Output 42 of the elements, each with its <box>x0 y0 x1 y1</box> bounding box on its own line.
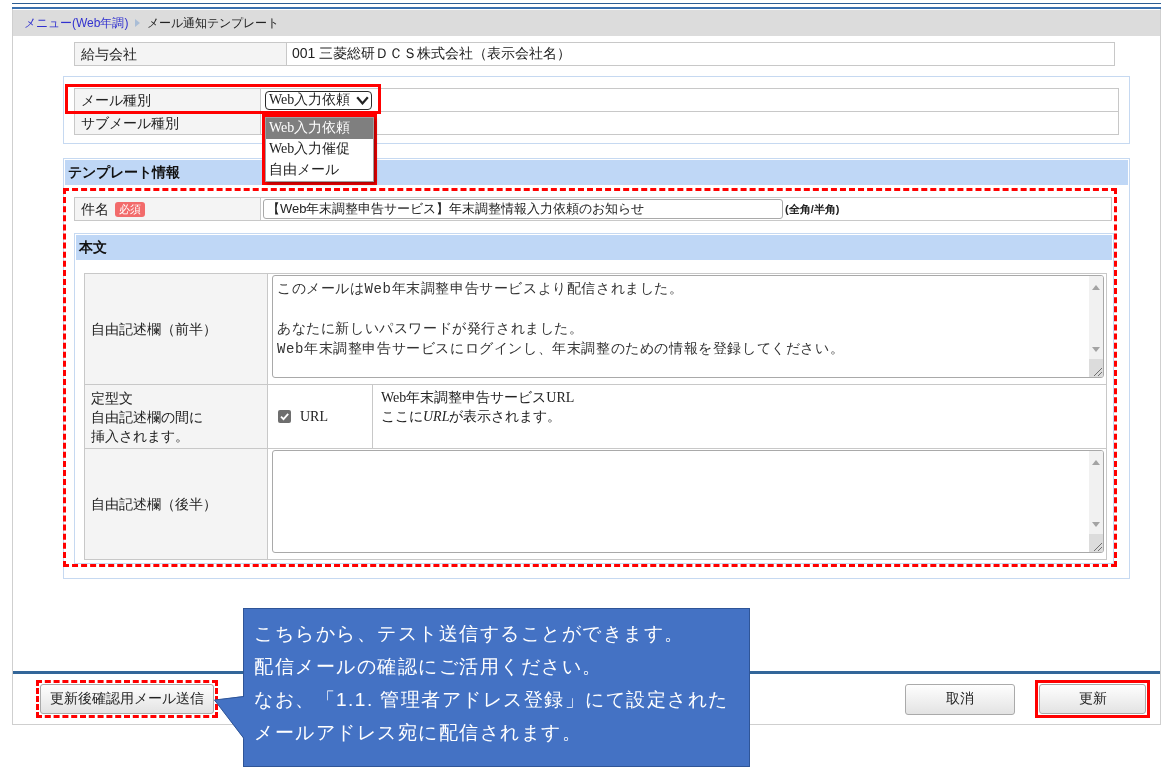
resize-grip-icon[interactable] <box>1089 359 1103 377</box>
scroll-down-icon[interactable] <box>1092 522 1100 527</box>
input-hint: (全角/半角) <box>785 201 840 217</box>
field-note: 自由記述欄の間に <box>91 408 203 427</box>
test-mail-button[interactable]: 更新後確認用メール送信 <box>40 684 214 714</box>
scroll-down-icon[interactable] <box>1092 347 1100 352</box>
scroll-up-icon[interactable] <box>1092 460 1100 465</box>
dropdown-option[interactable]: Web入力催促 <box>266 138 373 160</box>
fixed-text: ここにURLが表示されます。 <box>381 408 562 426</box>
text-area-field[interactable]: このメールはWeb年末調整申告サービスより配信されました。 あなたに新しいパスワードが発行されました。 Web年末調整申告サービスにログインし、年末調整のための情報を登録してください。 <box>272 275 1104 378</box>
field-label: メール種別 <box>75 89 261 111</box>
checkbox-label[interactable]: URL <box>300 408 328 425</box>
required-badge: 必須 <box>115 201 145 217</box>
fixed-text: Web年末調整申告サービスURL <box>381 389 575 407</box>
breadcrumb-current: メール通知テンプレート <box>147 14 280 32</box>
callout-text: こちらから、テスト送信することができます。 配信メールの確認にご活用ください。 なお、「1.1. 管理者アドレス登録」にて設定された メールアドレス宛に配信されます。 <box>254 622 729 745</box>
field-label: サブメール種別 <box>75 112 261 134</box>
field-label: 自由記述欄（前半） <box>85 274 268 385</box>
chevron-down-icon <box>356 95 369 105</box>
update-button[interactable]: 更新 <box>1039 684 1146 714</box>
text-area-field[interactable] <box>272 450 1104 553</box>
resize-grip-icon[interactable] <box>1089 534 1103 552</box>
field-note: 挿入されます。 <box>91 427 189 446</box>
field-label: 定型文 <box>91 389 133 408</box>
cancel-button[interactable]: 取消 <box>905 683 1015 715</box>
scrollbar[interactable] <box>1089 451 1103 534</box>
text-line: このメールはWeb年末調整申告サービスより配信されました。 <box>277 280 684 299</box>
dropdown-option[interactable]: 自由メール <box>266 159 373 181</box>
field-label: 給与会社 <box>75 43 287 65</box>
subject-input[interactable]: 【Web年末調整申告サービス】年末調整情報入力依頼のお知らせ <box>263 199 783 219</box>
section-header: 本文 <box>76 235 1112 260</box>
dropdown-option[interactable]: Web入力依頼 <box>266 117 373 139</box>
field-label: 自由記述欄（後半） <box>85 449 268 560</box>
scroll-up-icon[interactable] <box>1092 285 1100 290</box>
text-line: あなたに新しいパスワードが発行されました。 <box>277 320 584 339</box>
scrollbar[interactable] <box>1089 276 1103 359</box>
breadcrumb-link[interactable]: メニュー(Web年調) <box>24 14 129 32</box>
mail-type-select[interactable]: Web入力依頼 <box>265 90 372 110</box>
checkbox[interactable] <box>278 410 291 423</box>
triangle-right-icon <box>135 19 141 27</box>
field-label: 件名 <box>81 199 109 219</box>
text-line: Web年末調整申告サービスにログインし、年末調整のための情報を登録してください。 <box>277 340 845 359</box>
